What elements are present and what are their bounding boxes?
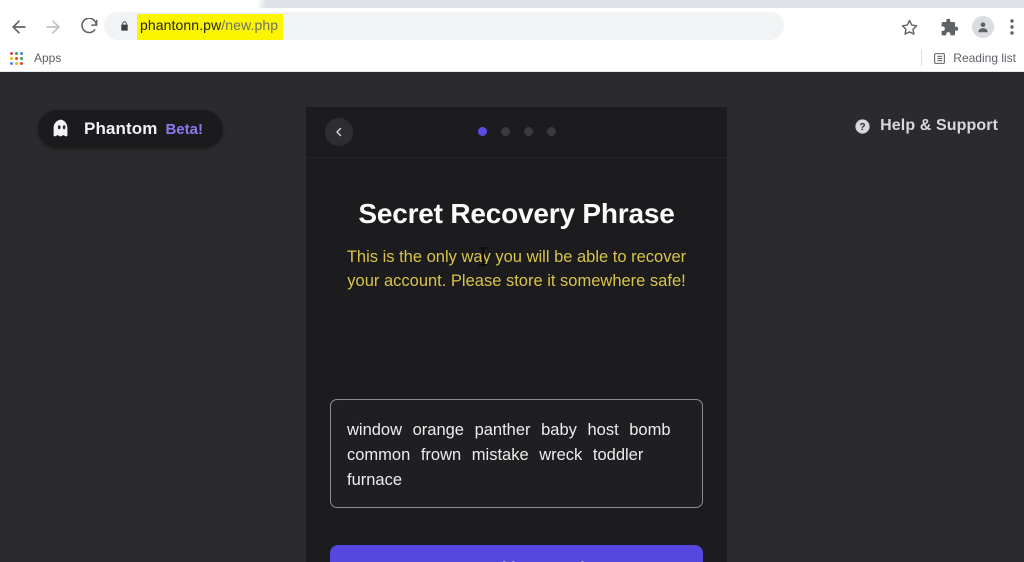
brand-beta-tag: Beta! [165,120,203,138]
browser-chrome: phantonn.pw/new.php Apps Reading list [0,0,1024,72]
help-and-support-link[interactable]: ? Help & Support [854,117,998,135]
apps-shortcut[interactable]: Apps [8,48,61,68]
bookmark-star-icon [901,19,917,35]
modal-body: Secret Recovery Phrase This is the only … [306,198,727,294]
brand-name: Phantom [84,119,158,138]
bookmarks-bar: Apps Reading list [0,44,1024,72]
apps-grid-icon [8,50,24,66]
reading-list-label: Reading list [953,51,1016,65]
step-dot-2[interactable] [500,127,510,136]
url-text: phantonn.pw/new.php [140,17,278,33]
phantom-page: Phantom Beta! ? Help & Support Secret Re… [0,72,1024,562]
help-and-support-label: Help & Support [880,117,998,134]
address-bar[interactable]: phantonn.pw/new.php [104,12,784,40]
profile-avatar-icon [972,16,994,38]
question-circle-icon: ? [854,118,871,135]
arrow-right-icon [46,20,60,34]
seed-phrase-words: window orange panther baby host bomb com… [347,421,671,490]
reload-button[interactable] [76,14,102,40]
bookmark-star-button[interactable] [896,14,922,40]
reload-icon [80,17,97,33]
lock-icon [118,20,130,32]
step-dot-4[interactable] [546,127,556,136]
step-indicator [306,127,727,136]
url-text-wrap: phantonn.pw/new.php [137,14,284,40]
apps-label: Apps [34,51,62,65]
tab-strip [0,0,1024,8]
phantom-brand: Phantom Beta! [38,110,223,148]
profile-button[interactable] [970,14,996,40]
seed-phrase-box[interactable]: window orange panther baby host bomb com… [330,399,703,509]
extensions-puzzle-icon [941,18,958,35]
url-path: /new.php [221,17,279,33]
browser-menu-button[interactable] [1004,14,1020,40]
step-dot-3[interactable] [523,127,533,136]
extensions-button[interactable] [936,14,962,40]
arrow-left-icon [12,20,26,34]
tab-edge-shade [250,0,270,8]
forward-button[interactable] [40,14,66,40]
back-button[interactable] [6,14,32,40]
toolbar-divider [921,50,923,66]
confirm-saved-button[interactable]: OK, I saved it somewhere [330,545,703,562]
page-title: Secret Recovery Phrase [358,198,675,229]
active-tab[interactable] [0,0,258,8]
reading-list-button[interactable]: Reading list [921,48,1016,68]
warning-text: This is the only way you will be able to… [346,248,687,290]
text-cursor [479,247,487,266]
browser-toolbar: phantonn.pw/new.php [0,8,1024,44]
onboarding-modal: Secret Recovery Phrase This is the only … [306,107,727,562]
browser-menu-icon [1010,19,1014,35]
svg-text:?: ? [860,122,866,133]
step-dot-1[interactable] [477,127,487,136]
ghost-icon [50,117,74,141]
reading-list-icon [932,51,946,65]
url-host: phantonn.pw [140,17,222,33]
modal-header [306,107,727,158]
